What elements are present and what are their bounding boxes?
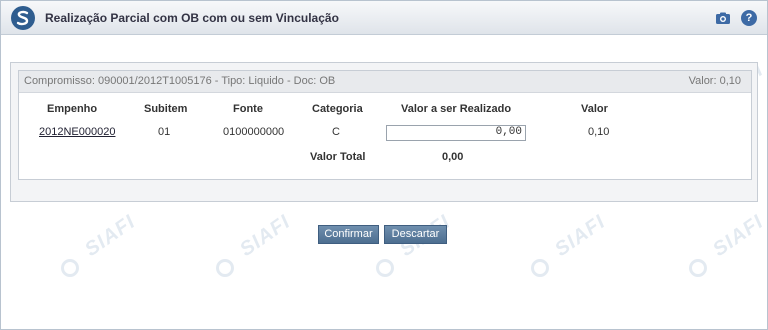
watermark-logo: SIAFI	[216, 211, 295, 281]
watermark-logo: SIAFI	[531, 211, 610, 281]
compromisso-panel: Compromisso: 090001/2012T1005176 - Tipo:…	[10, 62, 758, 202]
header-fonte: Fonte	[233, 103, 263, 115]
header-categoria: Categoria	[312, 103, 363, 115]
header-valor: Valor	[581, 103, 608, 115]
camera-icon[interactable]	[715, 10, 731, 26]
empenho-link[interactable]: 2012NE000020	[39, 126, 115, 138]
valor-value: 0,10	[588, 126, 610, 138]
categoria-value: C	[332, 126, 340, 138]
window-header: Realização Parcial com OB com ou sem Vin…	[1, 1, 767, 35]
compromisso-info: Compromisso: 090001/2012T1005176 - Tipo:…	[24, 75, 336, 87]
valor-realizar-input[interactable]: 0,00	[386, 125, 526, 141]
empenho-table: Compromisso: 090001/2012T1005176 - Tipo:…	[18, 70, 752, 180]
subitem-value: 01	[158, 126, 171, 138]
header-empenho: Empenho	[47, 103, 98, 115]
compromisso-valor: Valor: 0,10	[688, 75, 741, 87]
siafi-logo-icon	[11, 6, 35, 30]
header-valor-realizar: Valor a ser Realizado	[401, 103, 512, 115]
discard-button[interactable]: Descartar	[384, 225, 447, 244]
watermark-logo: SIAFI	[689, 211, 768, 281]
watermark-logo: SIAFI	[376, 211, 455, 281]
help-icon[interactable]: ?	[741, 10, 757, 26]
window-title: Realização Parcial com OB com ou sem Vin…	[45, 11, 339, 25]
total-label: Valor Total	[310, 151, 366, 163]
fonte-value: 0100000000	[223, 126, 285, 138]
watermark-logo: SIAFI	[61, 211, 140, 281]
total-value: 0,00	[442, 151, 464, 163]
confirm-button[interactable]: Confirmar	[318, 225, 379, 244]
window: SIAFI SIAFI SIAFI SIAFI SIAFI SIAFI SIAF…	[0, 0, 768, 330]
compromisso-summary-bar: Compromisso: 090001/2012T1005176 - Tipo:…	[19, 71, 751, 93]
header-subitem: Subitem	[144, 103, 188, 115]
